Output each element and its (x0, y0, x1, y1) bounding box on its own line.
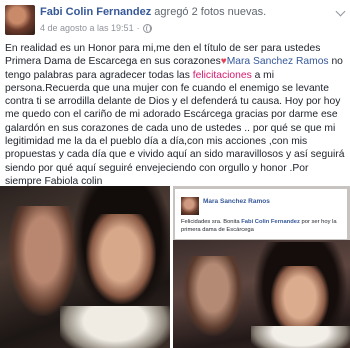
photo-person-man (183, 256, 243, 336)
photo-person-man (8, 206, 78, 316)
post-text-part3: a mi persona.Recuerda que una mujer con … (5, 69, 345, 187)
author-avatar[interactable] (5, 5, 35, 35)
post-photo-1[interactable] (0, 186, 170, 348)
post-meta: 4 de agosto a las 19:51 · (40, 23, 152, 33)
post-photo-2[interactable]: Mara Sanchez Ramos Felicidades sra. Boni… (173, 186, 350, 348)
photo-dress (60, 306, 170, 348)
author-name-link[interactable]: Fabi Colin Fernandez (40, 6, 151, 18)
meta-separator: · (136, 23, 140, 33)
post-timestamp[interactable]: 4 de agosto a las 19:51 (40, 23, 134, 33)
globe-icon (142, 23, 152, 33)
comment-avatar (181, 197, 199, 215)
mention-link[interactable]: Mara Sanchez Ramos (227, 56, 329, 67)
post-action-text: agregó 2 fotos nuevas. (154, 6, 267, 18)
chevron-down-icon[interactable] (335, 6, 346, 17)
post-header: Fabi Colin Fernandez agregó 2 fotos nuev… (40, 6, 266, 18)
photo-dress (251, 326, 350, 348)
post-body: En realidad es un Honor para mi,me den e… (5, 42, 345, 188)
comment-author: Mara Sanchez Ramos (203, 198, 270, 205)
embedded-comment-screenshot: Mara Sanchez Ramos Felicidades sra. Boni… (175, 189, 347, 239)
comment-text-prefix: Felicidades sra. Bonita (181, 219, 242, 225)
comment-mention: Fabi Colin Fernandez (241, 219, 300, 225)
comment-text: Felicidades sra. Bonita Fabi Colin Ferna… (181, 218, 343, 234)
photo-person-woman (86, 214, 156, 304)
highlighted-word[interactable]: felicitaciones (193, 70, 252, 81)
